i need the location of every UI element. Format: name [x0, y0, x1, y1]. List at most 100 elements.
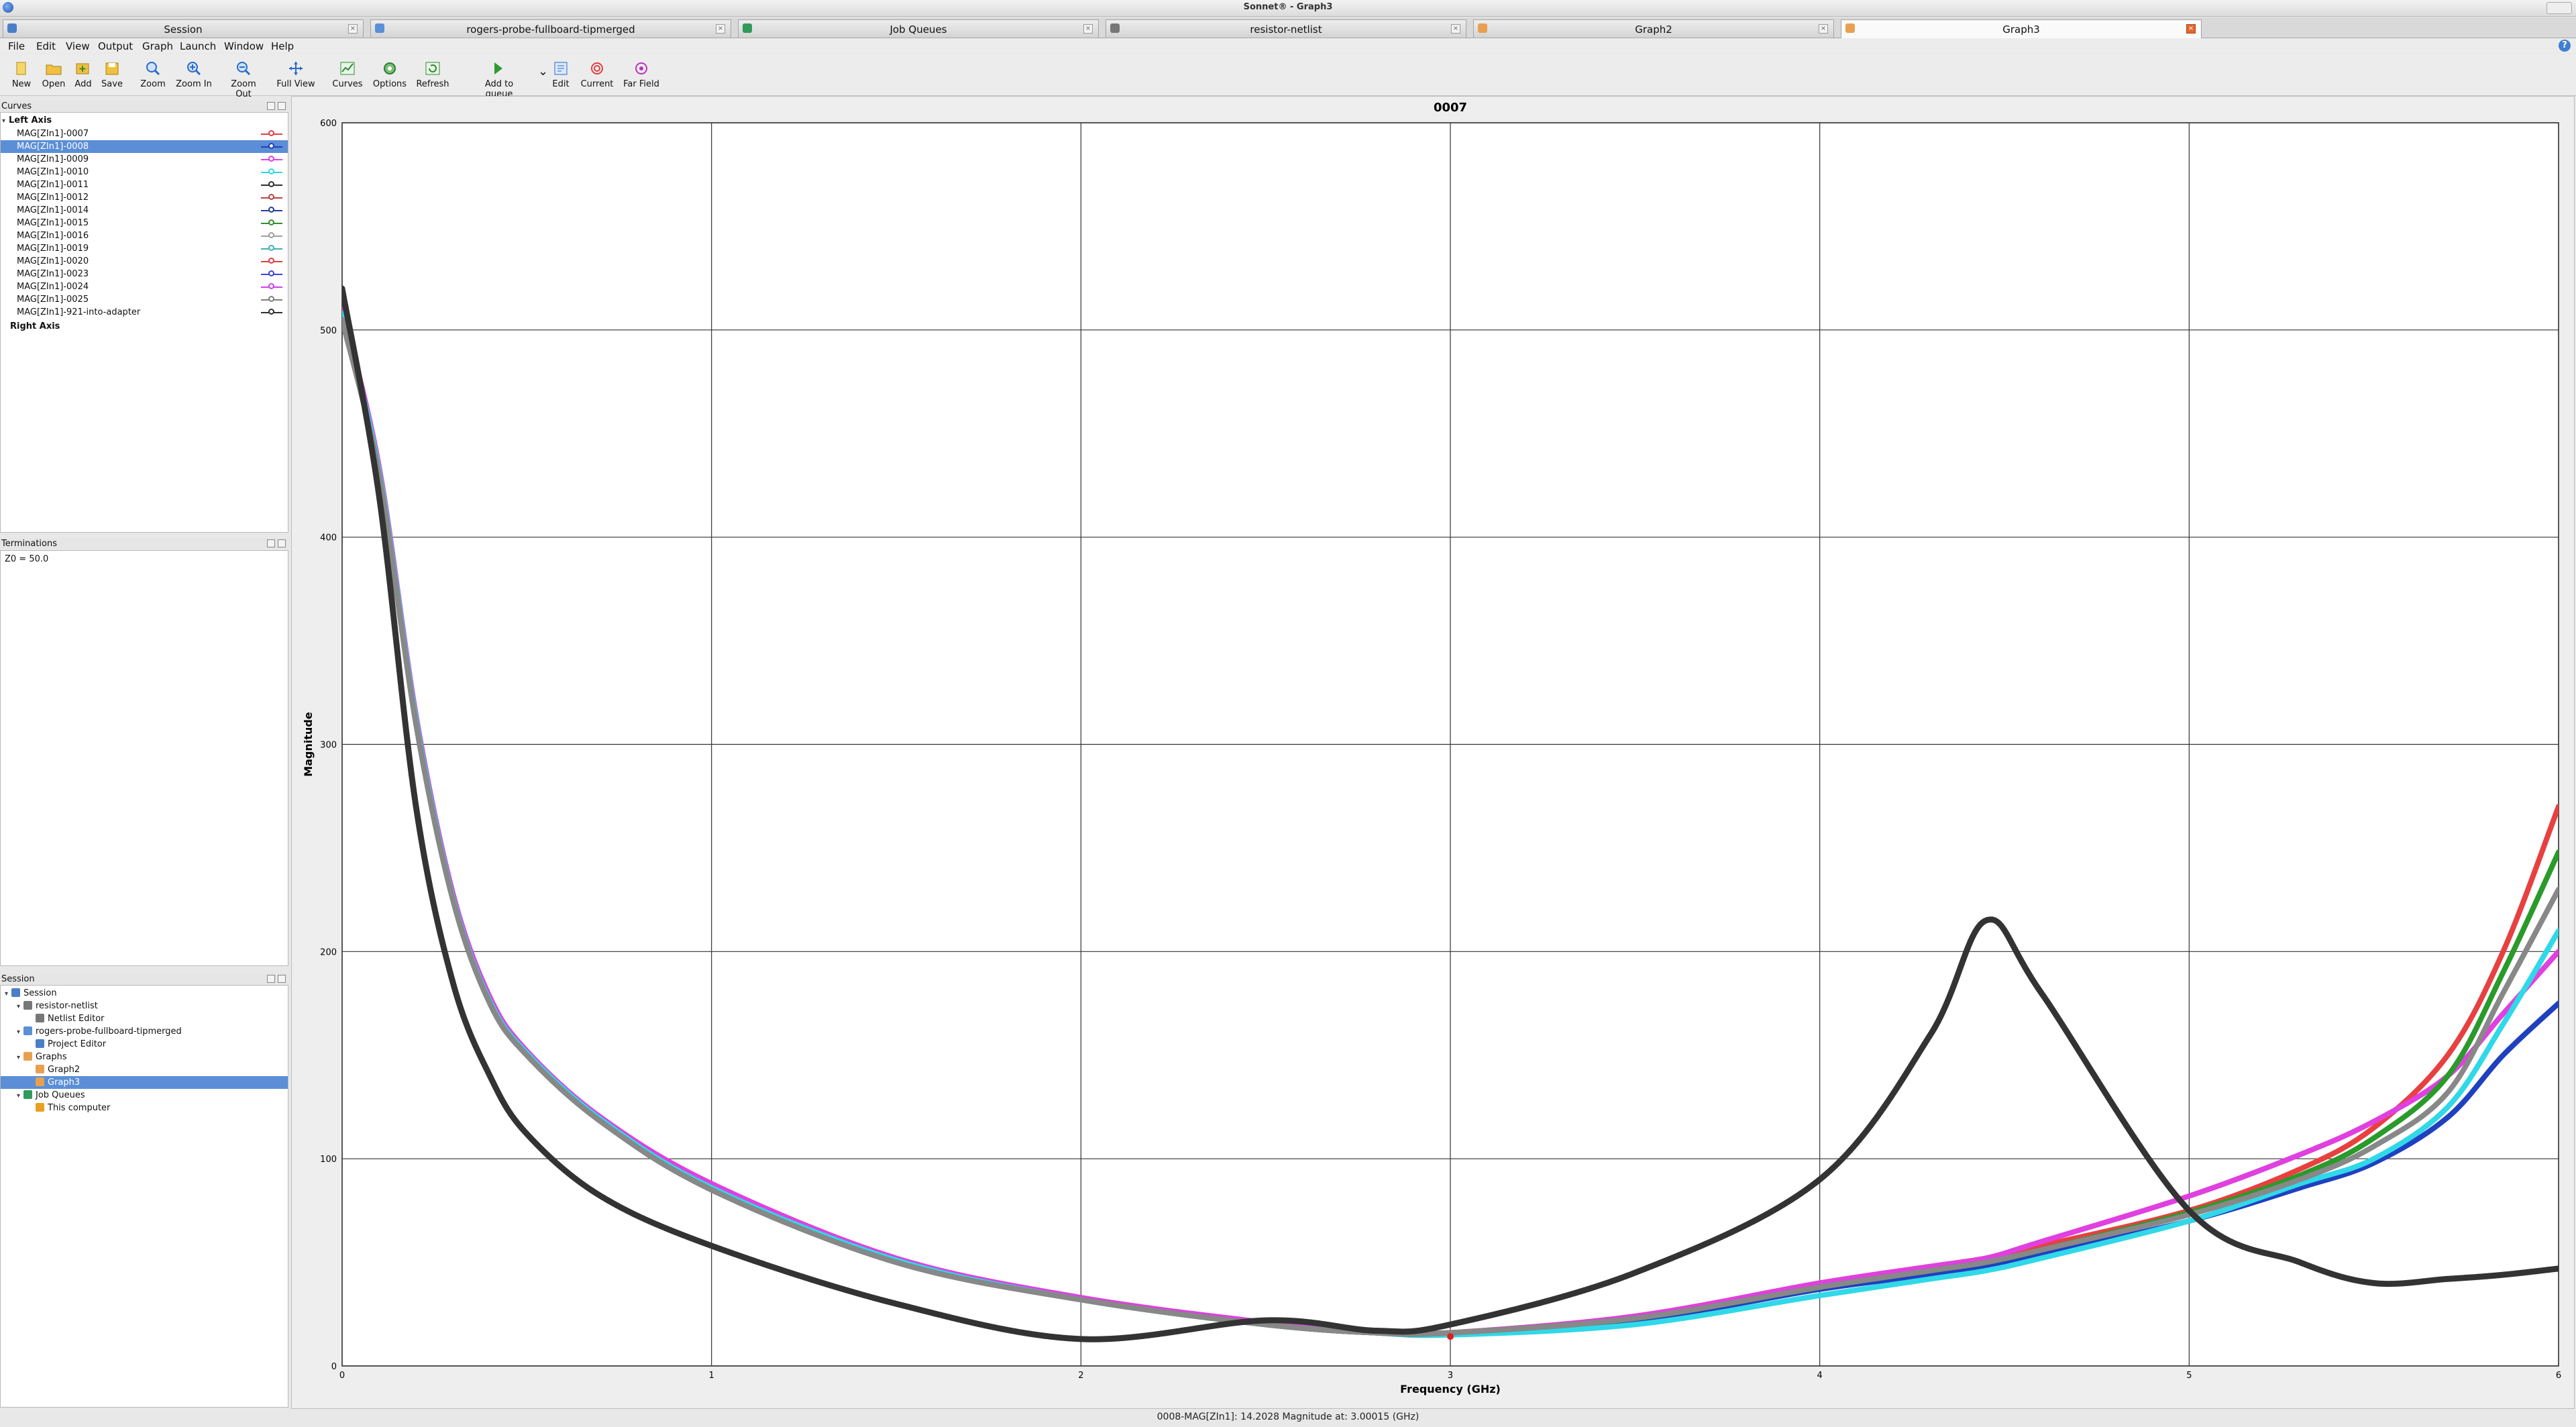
- session-tree-item[interactable]: Graph3: [1, 1076, 288, 1089]
- toolbar-add-to-queue-button[interactable]: Add to queue: [479, 60, 519, 99]
- session-tree-item[interactable]: ▾ Session: [1, 987, 288, 1000]
- session-tree-item[interactable]: This computer: [1, 1102, 288, 1114]
- curve-marker-icon: [268, 283, 274, 289]
- tab-rogers-probe-fullboard-tipmerged[interactable]: rogers-probe-fullboard-tipmerged ×: [370, 19, 731, 38]
- toolbar-label: Far Field: [623, 79, 659, 89]
- graph-pane[interactable]: 0007 0 1 2 3 4 5 6 0 100 200 300 400 500 600 Frequency …: [291, 96, 2575, 1409]
- panel-close-icon[interactable]: [278, 975, 286, 983]
- menu-window[interactable]: Window: [224, 40, 264, 52]
- curve-name: MAG[ZIn1]-0012: [17, 193, 89, 203]
- menu-launch[interactable]: Launch: [180, 40, 216, 52]
- panel-float-icon[interactable]: [267, 975, 275, 983]
- curve-list-item[interactable]: MAG[ZIn1]-0009: [1, 153, 288, 166]
- curves-panel: ▾ Left Axis MAG[ZIn1]-0007 MAG[ZIn1]-0008 M…: [0, 112, 288, 533]
- expand-arrow-icon[interactable]: ▾: [17, 1026, 23, 1039]
- curve-list-item[interactable]: MAG[ZIn1]-0011: [1, 178, 288, 191]
- session-icon: [11, 988, 20, 997]
- tab-session[interactable]: Session ×: [3, 19, 364, 38]
- panel-float-icon[interactable]: [267, 539, 275, 547]
- curve-list-item[interactable]: MAG[ZIn1]-0019: [1, 242, 288, 255]
- tab-close-icon[interactable]: ×: [1451, 24, 1460, 34]
- curve-list-item[interactable]: MAG[ZIn1]-0008: [1, 140, 288, 153]
- tab-graph3[interactable]: Graph3 ×: [1841, 19, 2202, 38]
- toolbar-save-button[interactable]: Save: [92, 60, 132, 89]
- toolbar-full-view-button[interactable]: Full View: [276, 60, 316, 89]
- toolbar-options-button[interactable]: Options: [370, 60, 410, 89]
- toolbar-zoom-button[interactable]: Zoom: [133, 60, 173, 89]
- tab-resistor-netlist[interactable]: resistor-netlist ×: [1106, 19, 1466, 38]
- curve-marker-icon: [268, 194, 274, 200]
- curve-list-item[interactable]: MAG[ZIn1]-0020: [1, 255, 288, 268]
- session-tree-item[interactable]: Netlist Editor: [1, 1012, 288, 1025]
- session-tree-item[interactable]: ▾ resistor-netlist: [1, 1000, 288, 1012]
- session-panel-title: Session: [1, 974, 35, 984]
- tab-close-icon[interactable]: ×: [348, 24, 358, 34]
- panel-close-icon[interactable]: [278, 102, 286, 110]
- window-controls[interactable]: [2546, 2, 2572, 14]
- menu-graph[interactable]: Graph: [142, 40, 173, 52]
- curve-marker-icon: [268, 245, 274, 251]
- curve-legend-symbol-icon: [261, 309, 282, 315]
- add-to-queue-dropdown-icon[interactable]: ⌄: [538, 64, 548, 78]
- tab-label: Graph3: [2002, 23, 2040, 36]
- curve-list-item[interactable]: MAG[ZIn1]-0014: [1, 204, 288, 217]
- add-icon: [74, 60, 92, 76]
- left-axis-node[interactable]: ▾ Left Axis: [2, 114, 52, 127]
- curve-list-item[interactable]: MAG[ZIn1]-0023: [1, 268, 288, 280]
- x-axis-label: Frequency (GHz): [1400, 1383, 1501, 1395]
- menu-help[interactable]: Help: [271, 40, 294, 52]
- toolbar-current-button[interactable]: Current: [577, 60, 617, 89]
- toolbar-zoom-in-button[interactable]: Zoom In: [174, 60, 214, 89]
- curve-list-item[interactable]: MAG[ZIn1]-0007: [1, 127, 288, 140]
- job-queue-icon: [23, 1090, 32, 1099]
- expand-arrow-icon[interactable]: ▾: [5, 988, 11, 1000]
- expand-arrow-icon[interactable]: ▾: [17, 1051, 23, 1064]
- menu-output[interactable]: Output: [98, 40, 133, 52]
- toolbar-zoom-out-button[interactable]: Zoom Out: [223, 60, 264, 99]
- panel-float-icon[interactable]: [267, 102, 275, 110]
- curve-list-item[interactable]: MAG[ZIn1]-0016: [1, 229, 288, 242]
- session-tree-item[interactable]: Graph2: [1, 1063, 288, 1076]
- toolbar-curves-button[interactable]: Curves: [327, 60, 368, 89]
- tab-graph2[interactable]: Graph2 ×: [1473, 19, 1834, 38]
- menu-view[interactable]: View: [66, 40, 90, 52]
- curve-list-item[interactable]: MAG[ZIn1]-921-into-adapter: [1, 306, 288, 319]
- help-icon[interactable]: ?: [2559, 40, 2571, 52]
- x-tick-label: 5: [2186, 1371, 2192, 1381]
- line-chart[interactable]: 0007 0 1 2 3 4 5 6 0 100 200 300 400 500 600 Frequency …: [292, 97, 2574, 1408]
- curve-list-item[interactable]: MAG[ZIn1]-0012: [1, 191, 288, 204]
- toolbar-far-field-button[interactable]: Far Field: [621, 60, 661, 89]
- session-tree-item[interactable]: ▾ Job Queues: [1, 1089, 288, 1102]
- expand-arrow-icon[interactable]: ▾: [17, 1090, 23, 1102]
- menu-edit[interactable]: Edit: [36, 40, 56, 52]
- curve-list-item[interactable]: MAG[ZIn1]-0015: [1, 217, 288, 229]
- zoom-out-icon: [235, 60, 252, 76]
- tab-close-icon[interactable]: ×: [716, 24, 725, 34]
- curve-name: MAG[ZIn1]-0009: [17, 154, 89, 164]
- curve-list-item[interactable]: MAG[ZIn1]-0025: [1, 293, 288, 306]
- collapse-arrow-icon[interactable]: ▾: [2, 115, 9, 127]
- toolbar-refresh-button[interactable]: Refresh: [413, 60, 453, 89]
- session-tree-item[interactable]: Project Editor: [1, 1038, 288, 1051]
- curve-name: MAG[ZIn1]-0008: [17, 142, 89, 152]
- curve-list-item[interactable]: MAG[ZIn1]-0010: [1, 166, 288, 178]
- curve-name: MAG[ZIn1]-0020: [17, 256, 89, 266]
- session-tree-item[interactable]: ▾ Graphs: [1, 1051, 288, 1063]
- session-tree-item[interactable]: ▾ rogers-probe-fullboard-tipmerged: [1, 1025, 288, 1038]
- panel-close-icon[interactable]: [278, 539, 286, 547]
- tab-close-icon[interactable]: ×: [2186, 24, 2196, 34]
- zoom-icon: [144, 60, 162, 76]
- tab-close-icon[interactable]: ×: [1819, 24, 1828, 34]
- right-axis-node[interactable]: Right Axis: [10, 320, 60, 333]
- tree-label: This computer: [48, 1103, 111, 1113]
- curve-legend-symbol-icon: [261, 181, 282, 187]
- tab-job-queues[interactable]: Job Queues ×: [738, 19, 1099, 38]
- curve-marker-icon: [268, 296, 274, 302]
- zoom-in-icon: [185, 60, 203, 76]
- tab-close-icon[interactable]: ×: [1083, 24, 1093, 34]
- curve-list-item[interactable]: MAG[ZIn1]-0024: [1, 280, 288, 293]
- expand-arrow-icon[interactable]: ▾: [17, 1000, 23, 1013]
- project-editor-icon: [36, 1039, 44, 1048]
- toolbar-label: Options: [372, 79, 407, 89]
- menu-file[interactable]: File: [8, 40, 25, 52]
